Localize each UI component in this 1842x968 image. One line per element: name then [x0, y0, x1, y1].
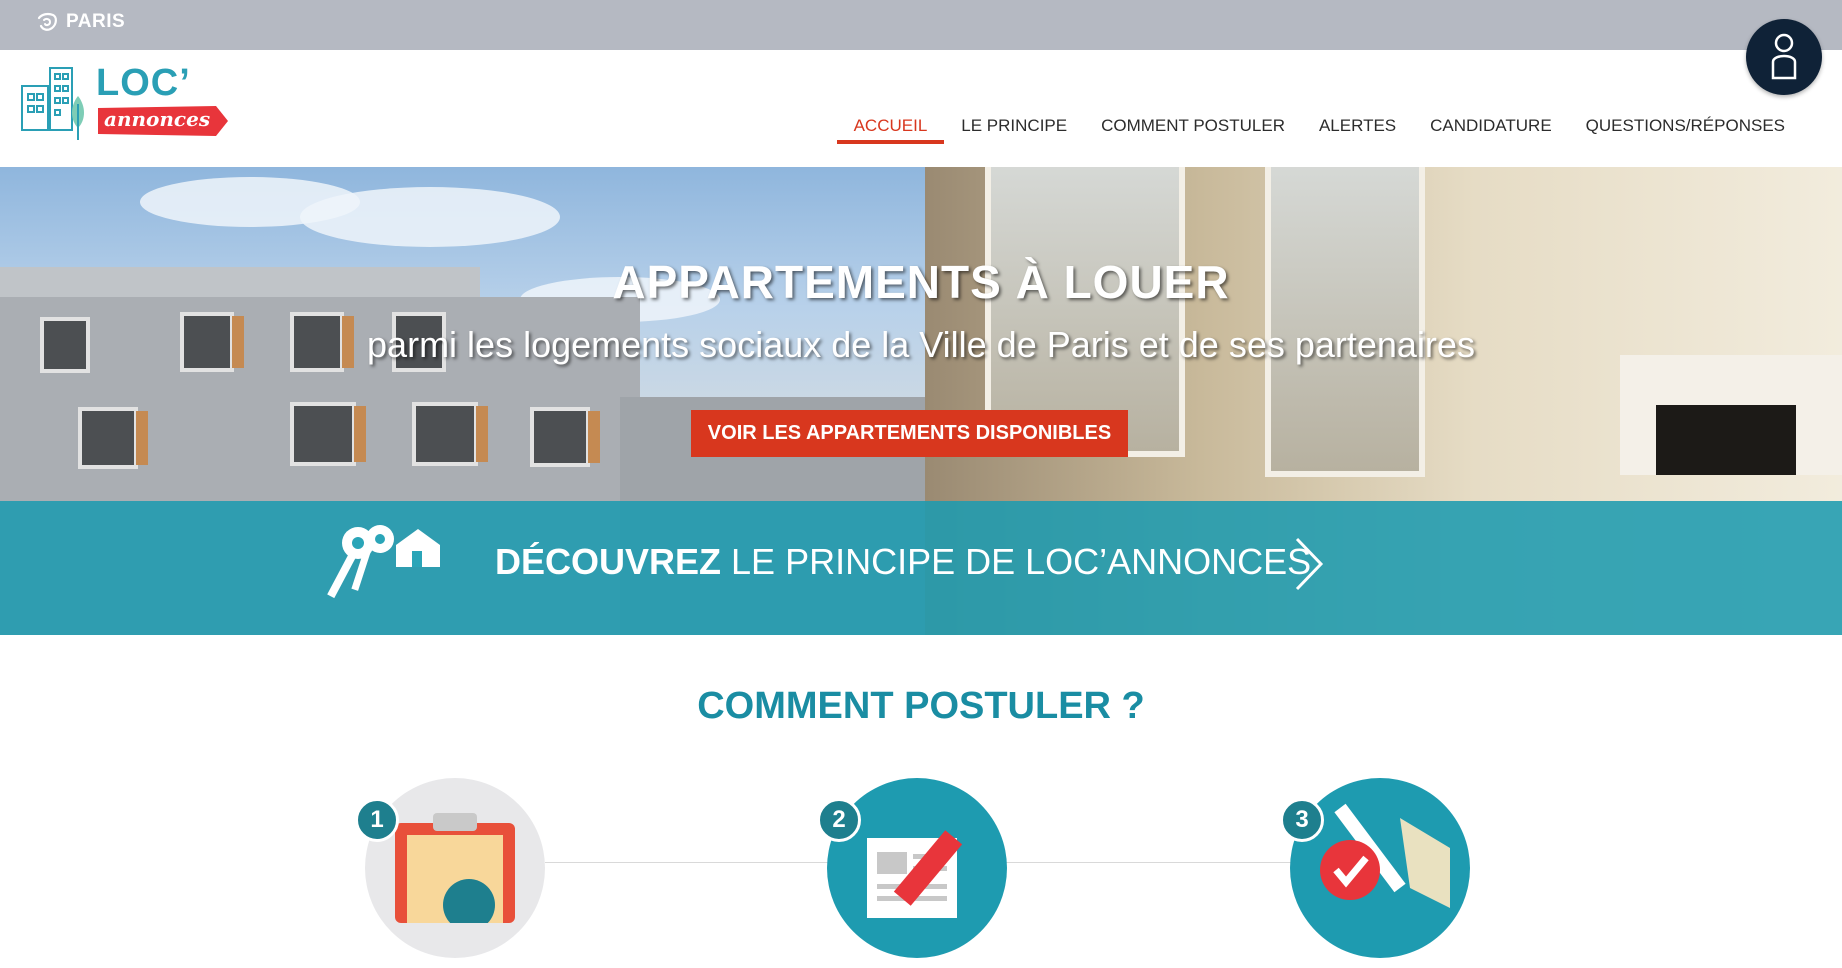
nav-item-candidature[interactable]: CANDIDATURE [1413, 100, 1569, 141]
form-pencil-icon [867, 830, 963, 918]
nav-item-label: LE PRINCIPE [961, 116, 1068, 135]
discover-principle-banner[interactable]: DÉCOUVREZ LE PRINCIPE DE LOC’ANNONCES [0, 501, 1842, 635]
step-3-number: 3 [1280, 798, 1324, 842]
how-to-apply-title: COMMENT POSTULER ? [0, 685, 1842, 728]
loc-annonces-logo[interactable]: LOC’ annonces [20, 60, 230, 140]
logo-text-annonces: annonces [104, 107, 211, 131]
top-bar: PARIS [0, 0, 1842, 50]
nav-item-label: QUESTIONS/RÉPONSES [1585, 116, 1785, 135]
fireplace-opening [1656, 405, 1796, 475]
nav-item-alertes[interactable]: ALERTES [1302, 100, 1413, 141]
clipboard-icon [395, 813, 515, 923]
step-3[interactable]: 3 [1280, 778, 1470, 968]
site-header: LOC’ annonces ACCUEIL LE PRINCIPE COMMEN… [0, 50, 1842, 167]
banner-text: DÉCOUVREZ LE PRINCIPE DE LOC’ANNONCES [495, 541, 1311, 583]
building-window [530, 407, 600, 467]
logo-text-loc: LOC’ [96, 62, 191, 104]
banner-text-rest: LE PRINCIPE DE LOC’ANNONCES [721, 541, 1312, 582]
user-icon [1771, 33, 1797, 80]
cloud [300, 187, 560, 247]
step-2-number: 2 [817, 798, 861, 842]
step-1[interactable]: 1 [355, 778, 545, 968]
paris-brand-label: PARIS [66, 11, 126, 32]
keys-icon [327, 525, 440, 599]
chevron-right-icon [1295, 537, 1324, 591]
building-window [412, 402, 488, 466]
how-to-apply-title-bold: POSTULER ? [904, 685, 1145, 727]
nav-item-comment-postuler[interactable]: COMMENT POSTULER [1084, 100, 1302, 141]
paris-brand-link[interactable]: PARIS [36, 10, 125, 34]
nav-item-label: COMMENT POSTULER [1101, 116, 1285, 135]
step-2[interactable]: 2 [817, 778, 1007, 968]
hero-title: APPARTEMENTS À LOUER [612, 256, 1230, 308]
nav-item-label: ALERTES [1318, 116, 1397, 135]
nav-item-label: CANDIDATURE [1430, 116, 1552, 135]
nav-item-accueil[interactable]: ACCUEIL [836, 100, 945, 144]
buildings-logo-icon [21, 67, 84, 140]
banner-text-bold: DÉCOUVREZ [495, 541, 722, 582]
building-window [290, 402, 366, 466]
paris-logo-icon [37, 12, 57, 31]
nav-item-le-principe[interactable]: LE PRINCIPE [944, 100, 1084, 141]
interior-window [1265, 167, 1425, 477]
hero-subtitle: parmi les logements sociaux de la Ville … [367, 324, 1475, 365]
step-1-number: 1 [355, 798, 399, 842]
view-apartments-button[interactable]: VOIR LES APPARTEMENTS DISPONIBLES [691, 410, 1128, 457]
building-window [78, 407, 148, 469]
main-nav: ACCUEIL LE PRINCIPE COMMENT POSTULER ALE… [836, 100, 1802, 144]
nav-item-questions-reponses[interactable]: QUESTIONS/RÉPONSES [1569, 100, 1802, 141]
user-account-button[interactable] [1746, 19, 1822, 95]
how-to-apply-title-regular: COMMENT [697, 685, 905, 727]
nav-item-label: ACCUEIL [853, 116, 928, 135]
